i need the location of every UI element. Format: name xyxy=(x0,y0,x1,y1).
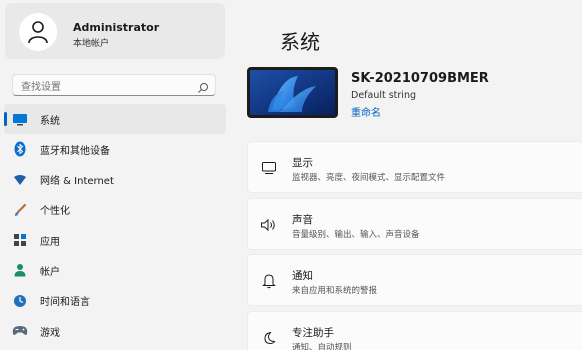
sidebar-item-label: 系统 xyxy=(40,115,60,127)
bluetooth-icon xyxy=(12,141,28,157)
card-focus-assist[interactable]: 专注助手 通知、自动规则 xyxy=(247,310,582,350)
sidebar-item-label: 蓝牙和其他设备 xyxy=(40,145,110,157)
speaker-icon xyxy=(260,216,278,234)
moon-icon xyxy=(260,329,278,347)
device-name: SK-20210709BMER xyxy=(351,71,489,86)
sidebar-item-time-language[interactable]: 时间和语言 xyxy=(4,286,226,316)
sidebar: Administrator 本地帐户 系统 xyxy=(0,0,232,350)
gamepad-icon xyxy=(12,323,28,339)
sidebar-item-label: 应用 xyxy=(40,236,60,248)
card-description: 通知、自动规则 xyxy=(292,342,352,350)
card-title: 显示 xyxy=(292,157,313,169)
sidebar-item-label: 帐户 xyxy=(40,266,60,278)
sidebar-item-gaming[interactable]: 游戏 xyxy=(4,316,226,346)
card-title: 声音 xyxy=(292,213,313,226)
globe-clock-icon xyxy=(12,293,28,309)
card-title: 通知 xyxy=(292,270,313,282)
account-card[interactable]: Administrator 本地帐户 xyxy=(5,3,225,59)
device-model: Default string xyxy=(351,90,417,101)
search-icon[interactable] xyxy=(197,79,209,93)
sidebar-item-personalization[interactable]: 个性化 xyxy=(4,195,226,225)
nav-list: 系统 蓝牙和其他设备 网络 & Internet 个性化 应用 帐户 时间和语言… xyxy=(4,104,226,346)
wifi-icon xyxy=(12,172,28,188)
apps-icon xyxy=(12,232,28,248)
card-title: 专注助手 xyxy=(292,326,334,339)
card-notifications[interactable]: 通知 来自应用和系统的警报 xyxy=(247,254,582,306)
display-icon xyxy=(260,159,278,177)
page-title: 系统 xyxy=(280,30,320,54)
sidebar-item-accounts[interactable]: 帐户 xyxy=(4,255,226,285)
rename-link[interactable]: 重命名 xyxy=(351,104,381,119)
person-icon xyxy=(19,13,57,51)
account-type: 本地帐户 xyxy=(73,39,110,49)
sidebar-item-label: 个性化 xyxy=(40,206,70,218)
main-content: 系统 SK-20210709BMER Default string 重命名 显示… xyxy=(232,0,582,350)
card-description: 来自应用和系统的警报 xyxy=(292,286,378,296)
sidebar-item-system[interactable]: 系统 xyxy=(4,104,226,134)
card-description: 音量级别、输出、输入、声音设备 xyxy=(292,229,420,240)
search-input[interactable] xyxy=(21,77,196,98)
card-description: 监视器、亮度、夜间模式、显示配置文件 xyxy=(292,173,446,183)
search-box[interactable] xyxy=(12,74,216,98)
settings-cards: 显示 监视器、亮度、夜间模式、显示配置文件 声音 音量级别、输出、输入、声音设备 xyxy=(247,141,582,350)
sidebar-item-apps[interactable]: 应用 xyxy=(4,225,226,255)
account-icon xyxy=(12,262,28,278)
sidebar-item-label: 时间和语言 xyxy=(40,297,90,309)
sidebar-item-label: 游戏 xyxy=(40,327,60,339)
account-name: Administrator xyxy=(73,21,160,34)
card-display[interactable]: 显示 监视器、亮度、夜间模式、显示配置文件 xyxy=(247,141,582,193)
sidebar-item-bluetooth[interactable]: 蓝牙和其他设备 xyxy=(4,134,226,164)
device-wallpaper-thumbnail xyxy=(247,67,338,118)
sidebar-item-label: 网络 & Internet xyxy=(40,176,114,188)
card-sound[interactable]: 声音 音量级别、输出、输入、声音设备 xyxy=(247,197,582,250)
brush-icon xyxy=(12,202,28,218)
monitor-icon xyxy=(12,111,28,127)
bell-icon xyxy=(260,272,278,290)
sidebar-item-network[interactable]: 网络 & Internet xyxy=(4,165,226,195)
